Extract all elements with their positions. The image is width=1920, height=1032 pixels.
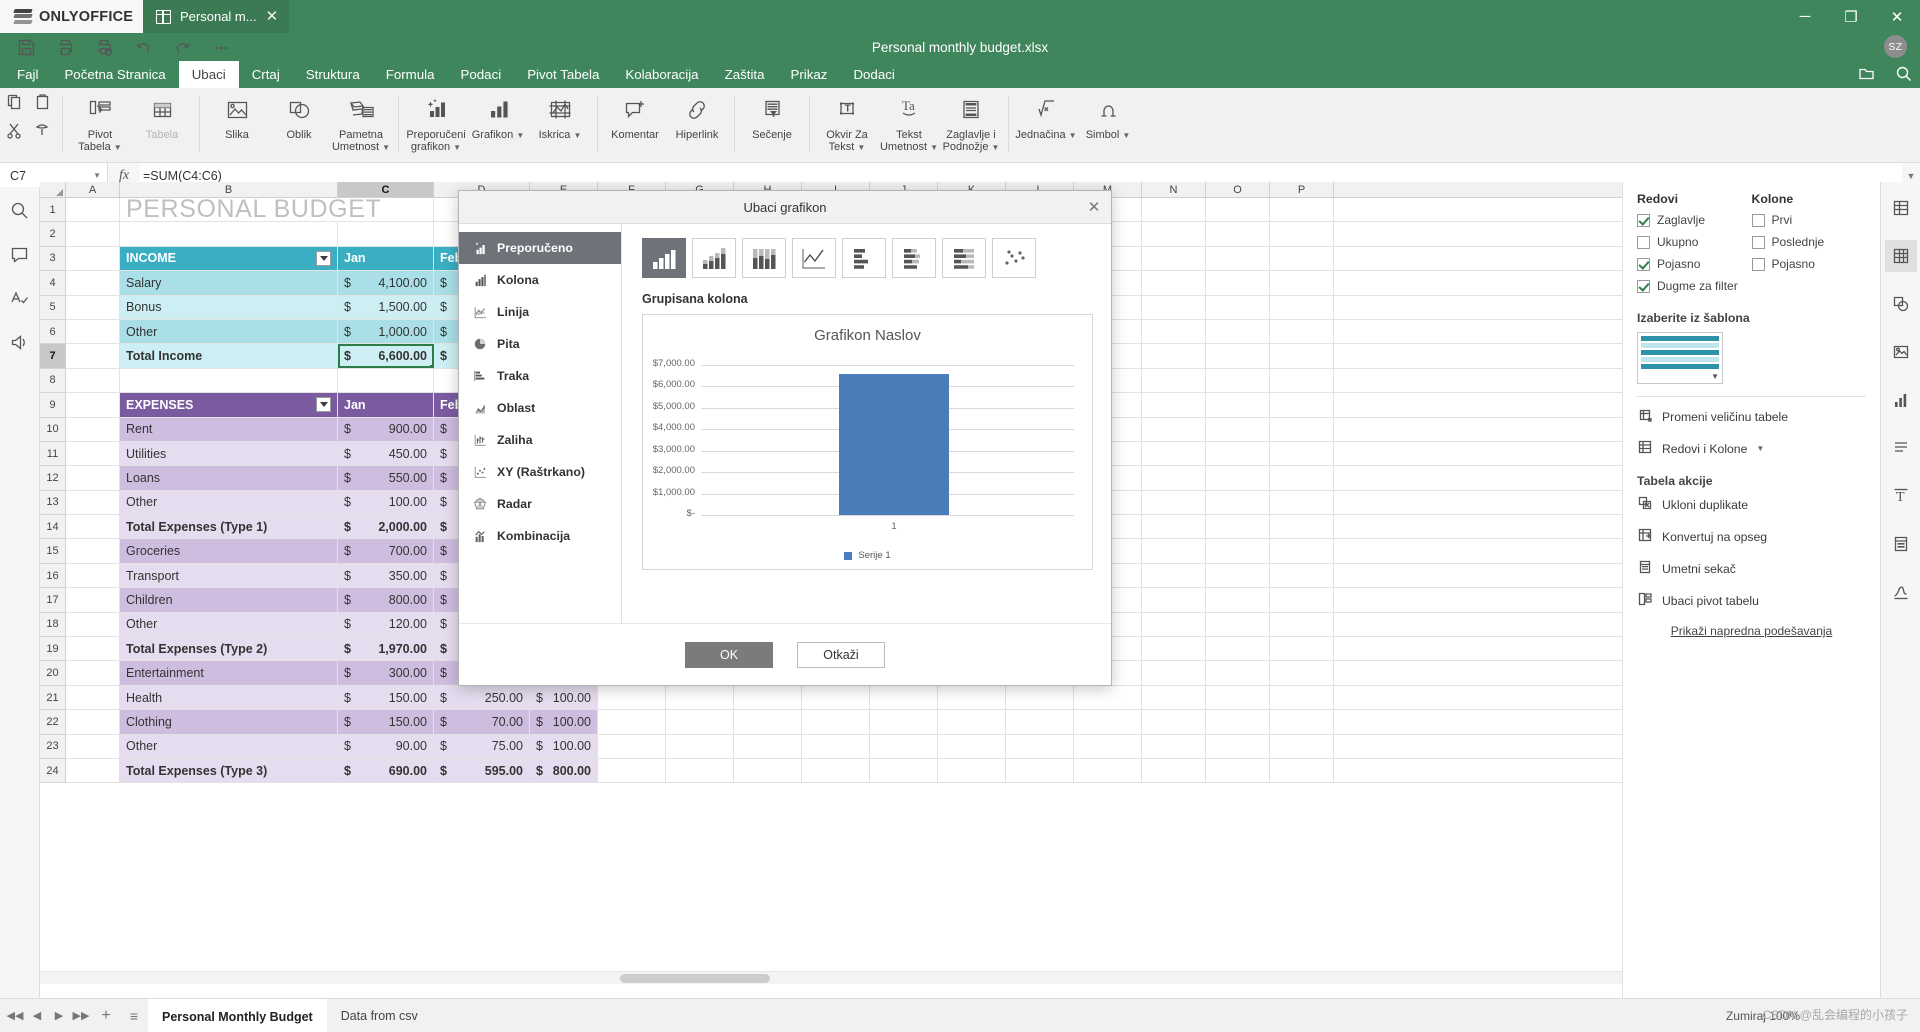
legend-swatch xyxy=(844,552,852,560)
bar-chart-icon xyxy=(473,369,487,383)
modal-overlay: Ubaci grafikon ✕ Preporučeno Kolona Linija… xyxy=(0,0,1920,1032)
chart-category-radar[interactable]: Radar xyxy=(459,488,621,520)
chart-category-label: Linija xyxy=(497,305,529,319)
onlyoffice-spreadsheet-window: ONLYOFFICE Personal m... ✕ ─ ❐ ✕ xyxy=(0,0,1920,1032)
chart-category-stock[interactable]: Zaliha xyxy=(459,424,621,456)
ok-button[interactable]: OK xyxy=(685,642,773,668)
chart-category-label: Traka xyxy=(497,369,529,383)
clustered-bar-type[interactable] xyxy=(842,238,886,278)
chart-category-column[interactable]: Kolona xyxy=(459,264,621,296)
chart-category-pie[interactable]: Pita xyxy=(459,328,621,360)
chart-category-scatter[interactable]: XY (Raštrkano) xyxy=(459,456,621,488)
100-stacked-column-type[interactable] xyxy=(742,238,786,278)
stacked-column-type[interactable] xyxy=(692,238,736,278)
chart-legend: Serije 1 xyxy=(643,550,1092,561)
insert-chart-dialog: Ubaci grafikon ✕ Preporučeno Kolona Linija… xyxy=(458,190,1112,686)
clustered-column-type[interactable] xyxy=(642,238,686,278)
recommended-chart-icon xyxy=(473,241,487,255)
combo-chart-icon xyxy=(473,529,487,543)
chart-category-label: Preporučeno xyxy=(497,241,573,255)
dialog-body: Preporučeno Kolona Linija Pita Traka Oblast Za… xyxy=(459,224,1111,623)
chart-category-label: Pita xyxy=(497,337,520,351)
pie-chart-icon xyxy=(473,337,487,351)
legend-label: Serije 1 xyxy=(858,550,890,561)
y-axis-tick-label: $6,000.00 xyxy=(643,379,695,390)
y-axis-tick-label: $5,000.00 xyxy=(643,401,695,412)
chart-category-label: XY (Raštrkano) xyxy=(497,465,585,479)
line-chart-icon xyxy=(473,305,487,319)
y-axis-tick-label: $7,000.00 xyxy=(643,358,695,369)
gridline: $- xyxy=(701,515,1074,516)
line-type[interactable] xyxy=(792,238,836,278)
scatter-type[interactable] xyxy=(992,238,1036,278)
chart-category-recommended[interactable]: Preporučeno xyxy=(459,232,621,264)
chart-category-list[interactable]: Preporučeno Kolona Linija Pita Traka Oblast Za… xyxy=(459,224,622,623)
chart-preview: Grafikon Naslov $7,000.00 $6,000.00 $5,000… xyxy=(642,314,1093,570)
gridline: $7,000.00 xyxy=(701,365,1074,366)
chart-type-buttons[interactable] xyxy=(642,238,1093,278)
chart-category-combo[interactable]: Kombinacija xyxy=(459,520,621,552)
chart-category-label: Kombinacija xyxy=(497,529,570,543)
chart-category-label: Zaliha xyxy=(497,433,533,447)
y-axis-tick-label: $3,000.00 xyxy=(643,444,695,455)
chart-category-area[interactable]: Oblast xyxy=(459,392,621,424)
close-icon[interactable]: ✕ xyxy=(1077,191,1111,223)
chart-category-label: Kolona xyxy=(497,273,539,287)
chart-plot-area: $7,000.00 $6,000.00 $5,000.00 $4,000.00 $3,0… xyxy=(643,357,1092,537)
chart-bar xyxy=(839,374,949,515)
stacked-bar-type[interactable] xyxy=(892,238,936,278)
chart-category-bar[interactable]: Traka xyxy=(459,360,621,392)
y-axis-tick-label: $- xyxy=(643,508,695,519)
scatter-chart-icon xyxy=(473,465,487,479)
chart-title: Grafikon Naslov xyxy=(643,315,1092,344)
100-stacked-bar-type[interactable] xyxy=(942,238,986,278)
area-chart-icon xyxy=(473,401,487,415)
chart-type-pane: Grupisana kolona Grafikon Naslov $7,000.… xyxy=(622,224,1111,623)
chart-category-line[interactable]: Linija xyxy=(459,296,621,328)
dialog-footer: OK Otkaži xyxy=(459,623,1111,685)
y-axis-tick-label: $4,000.00 xyxy=(643,422,695,433)
dialog-header: Ubaci grafikon ✕ xyxy=(459,191,1111,224)
column-chart-icon xyxy=(473,273,487,287)
y-axis-tick-label: $2,000.00 xyxy=(643,465,695,476)
chart-type-name: Grupisana kolona xyxy=(642,292,1093,306)
chart-category-label: Radar xyxy=(497,497,532,511)
radar-chart-icon xyxy=(473,497,487,511)
chart-category-label: Oblast xyxy=(497,401,535,415)
cancel-button[interactable]: Otkaži xyxy=(797,642,885,668)
stock-chart-icon xyxy=(473,433,487,447)
y-axis-tick-label: $1,000.00 xyxy=(643,487,695,498)
x-axis-tick-label: 1 xyxy=(839,521,949,532)
dialog-title: Ubaci grafikon xyxy=(743,200,826,215)
